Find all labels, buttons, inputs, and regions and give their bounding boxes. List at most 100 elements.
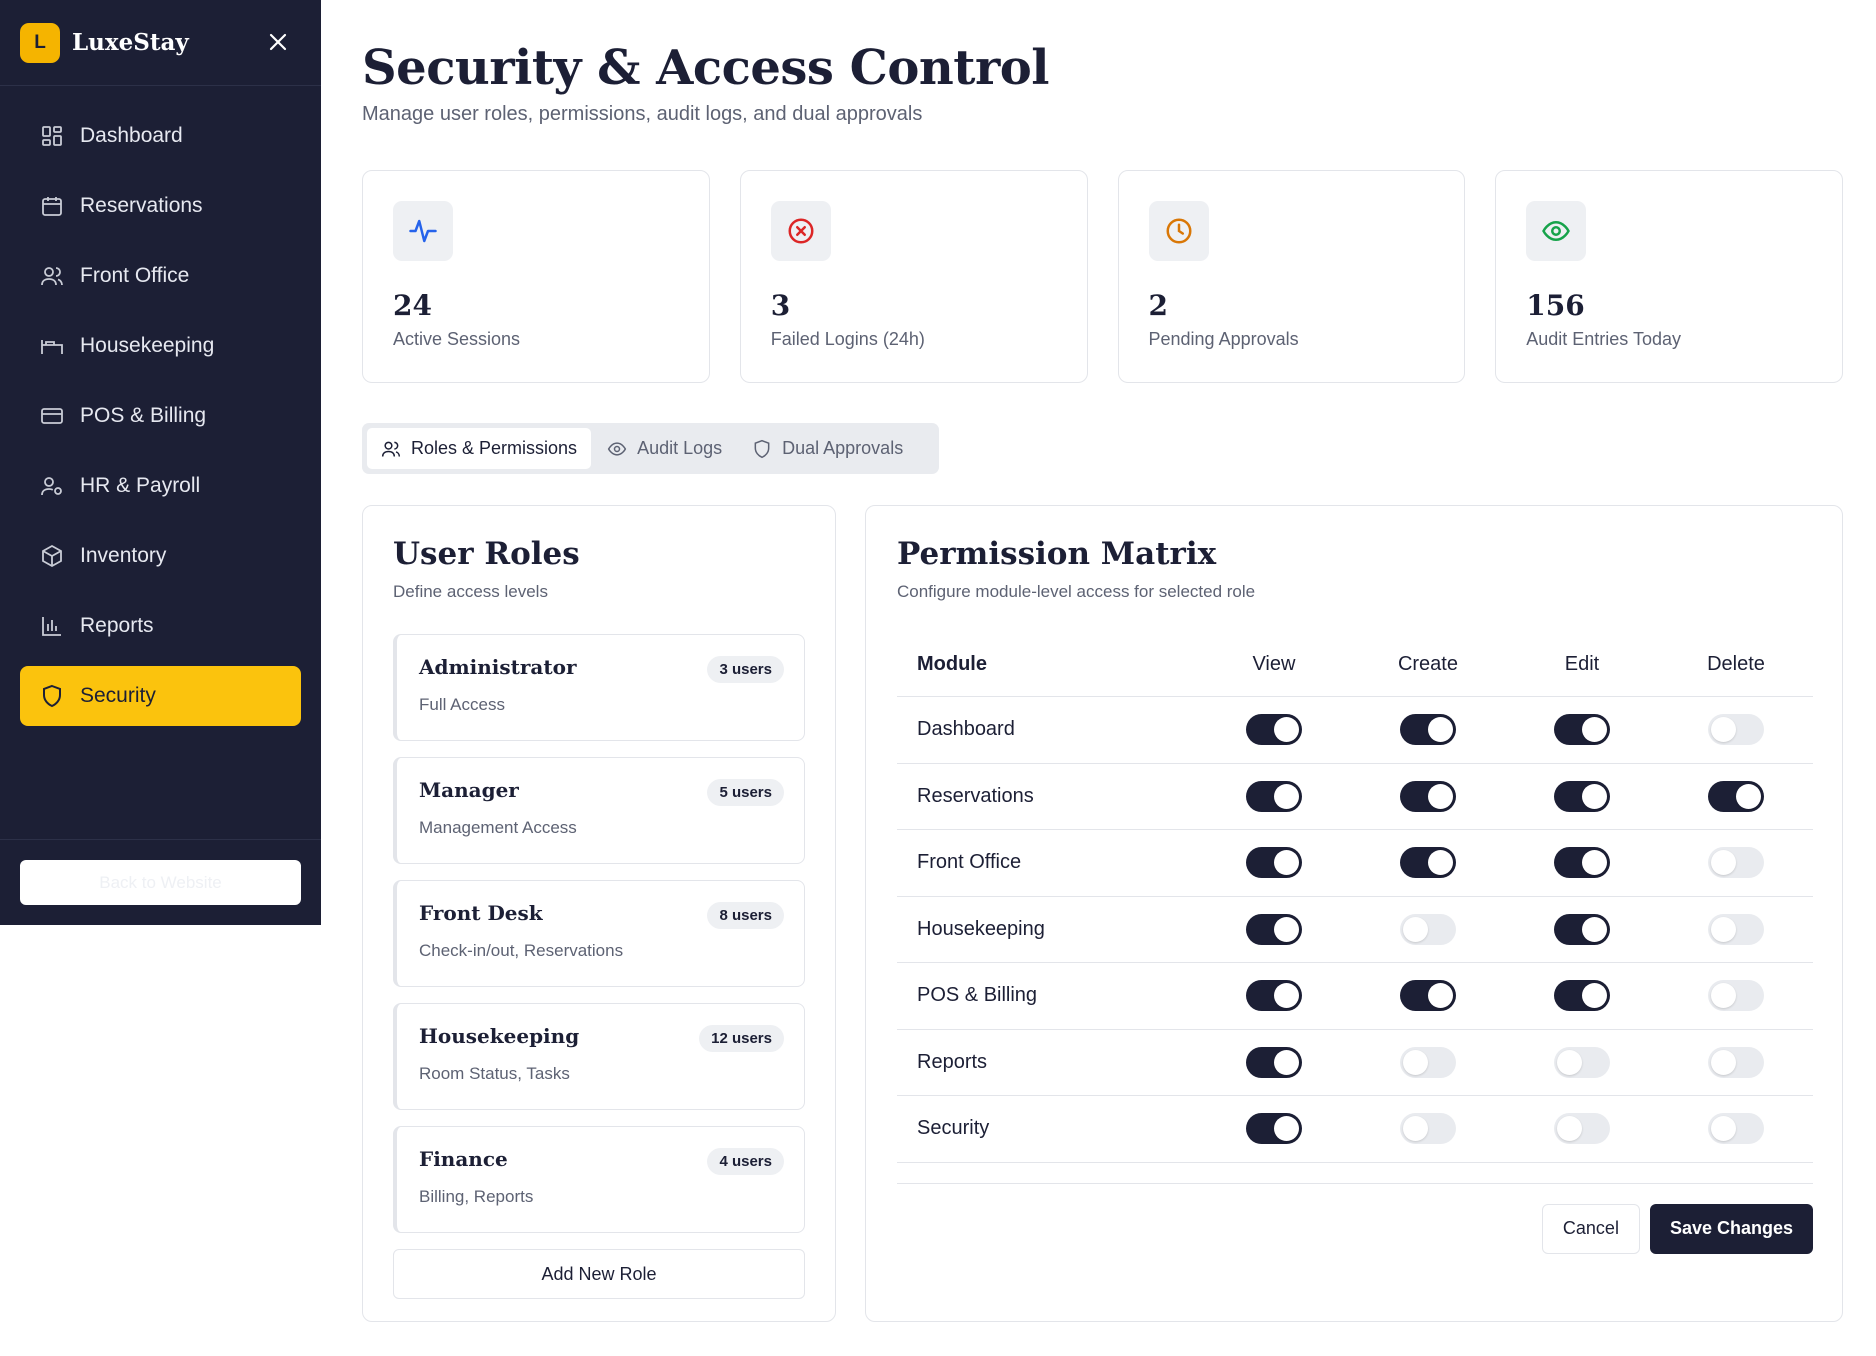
delete-permission-toggle[interactable] — [1707, 1046, 1764, 1078]
permission-cell — [1505, 1113, 1659, 1145]
permission-matrix-panel: Permission Matrix Configure module-level… — [865, 505, 1843, 1322]
permission-cell — [1505, 714, 1659, 746]
permission-cell — [1351, 847, 1505, 879]
sidebar-item-dashboard[interactable]: Dashboard — [20, 106, 301, 166]
create-permission-toggle[interactable] — [1399, 714, 1456, 746]
sidebar-item-label: Dashboard — [80, 124, 183, 147]
role-card-administrator[interactable]: Administrator Full Access 3 users — [393, 634, 805, 741]
edit-permission-toggle[interactable] — [1553, 913, 1610, 945]
view-permission-toggle[interactable] — [1245, 847, 1302, 879]
users-icon — [381, 441, 401, 457]
edit-permission-toggle[interactable] — [1553, 980, 1610, 1012]
tab-roles-permissions[interactable]: Roles & Permissions — [367, 428, 592, 469]
create-permission-toggle[interactable] — [1399, 913, 1456, 945]
cancel-button[interactable]: Cancel — [1541, 1203, 1640, 1254]
create-permission-toggle[interactable] — [1399, 847, 1456, 879]
stat-label: Active Sessions — [393, 329, 521, 349]
delete-permission-toggle[interactable] — [1707, 1113, 1764, 1145]
add-new-role-button[interactable]: Add New Role — [393, 1249, 805, 1299]
view-permission-toggle[interactable] — [1245, 913, 1302, 945]
credit-card-icon — [41, 408, 63, 424]
permission-cell — [1197, 913, 1351, 945]
permission-cell — [1505, 780, 1659, 812]
role-card-manager[interactable]: Manager Management Access 5 users — [393, 757, 805, 864]
sidebar: L LuxeStay Dashboard Reservations Front … — [0, 0, 321, 925]
permission-cell — [1659, 847, 1813, 879]
edit-permission-toggle[interactable] — [1553, 1046, 1610, 1078]
edit-permission-toggle[interactable] — [1553, 1113, 1610, 1145]
permission-cell — [1197, 1113, 1351, 1145]
permission-cell — [1351, 1113, 1505, 1145]
sidebar-item-label: Reports — [80, 614, 154, 637]
sidebar-nav: Dashboard Reservations Front Office Hous… — [0, 86, 321, 726]
role-description: Management Access — [419, 818, 577, 837]
delete-permission-toggle[interactable] — [1707, 714, 1764, 746]
tab-label: Audit Logs — [637, 438, 723, 458]
module-name: POS & Billing — [917, 984, 1038, 1007]
delete-permission-toggle[interactable] — [1707, 780, 1764, 812]
permission-table: Module View Create Edit Delete Dashboard… — [897, 632, 1813, 1163]
edit-permission-toggle[interactable] — [1553, 714, 1610, 746]
view-permission-toggle[interactable] — [1245, 780, 1302, 812]
delete-permission-toggle[interactable] — [1707, 847, 1764, 879]
column-header: View — [1252, 652, 1296, 675]
sidebar-item-pos-billing[interactable]: POS & Billing — [20, 386, 301, 446]
sidebar-item-label: Inventory — [80, 544, 167, 567]
sidebar-item-front-office[interactable]: Front Office — [20, 246, 301, 306]
permission-cell — [1505, 980, 1659, 1012]
table-row: POS & Billing — [897, 963, 1813, 1030]
stat-icon-box — [1526, 201, 1587, 261]
permission-cell — [1505, 847, 1659, 879]
role-card-finance[interactable]: Finance Billing, Reports 4 users — [393, 1126, 805, 1233]
view-permission-toggle[interactable] — [1245, 714, 1302, 746]
module-name: Housekeeping — [917, 917, 1045, 940]
delete-permission-toggle[interactable] — [1707, 980, 1764, 1012]
view-permission-toggle[interactable] — [1245, 980, 1302, 1012]
stat-label: Audit Entries Today — [1526, 329, 1682, 349]
eye-icon — [1542, 220, 1571, 242]
create-permission-toggle[interactable] — [1399, 780, 1456, 812]
sidebar-item-reports[interactable]: Reports — [20, 596, 301, 656]
user-count-badge: 12 users — [699, 1025, 784, 1052]
sidebar-item-label: Housekeeping — [80, 334, 215, 357]
sidebar-item-housekeeping[interactable]: Housekeeping — [20, 316, 301, 376]
sidebar-item-label: Security — [80, 684, 156, 707]
role-card-housekeeping[interactable]: Housekeeping Room Status, Tasks 12 users — [393, 1003, 805, 1110]
delete-permission-toggle[interactable] — [1707, 913, 1764, 945]
module-name: Reports — [917, 1050, 988, 1073]
create-permission-toggle[interactable] — [1399, 1113, 1456, 1145]
stat-value: 2 — [1148, 289, 1168, 322]
user-count-badge: 5 users — [707, 779, 784, 806]
sidebar-item-hr-payroll[interactable]: HR & Payroll — [20, 456, 301, 516]
stat-icon-box — [770, 201, 831, 261]
role-card-front-desk[interactable]: Front Desk Check-in/out, Reservations 8 … — [393, 880, 805, 987]
shield-icon — [754, 439, 770, 458]
create-permission-toggle[interactable] — [1399, 1046, 1456, 1078]
view-permission-toggle[interactable] — [1245, 1113, 1302, 1145]
sidebar-item-reservations[interactable]: Reservations — [20, 176, 301, 236]
tab-dual-approvals[interactable]: Dual Approvals — [738, 428, 917, 469]
x-circle-icon — [788, 218, 814, 244]
view-permission-toggle[interactable] — [1245, 1046, 1302, 1078]
back-to-website-button[interactable]: Back to Website — [20, 860, 301, 905]
column-header: Create — [1397, 652, 1458, 675]
sidebar-item-security[interactable]: Security — [20, 666, 301, 726]
tab-bar: Roles & Permissions Audit Logs Dual Appr… — [362, 423, 939, 474]
shield-icon — [43, 684, 61, 708]
close-sidebar-button[interactable] — [265, 29, 291, 55]
edit-permission-toggle[interactable] — [1553, 847, 1610, 879]
page-title: Security & Access Control — [362, 40, 1050, 96]
permission-cell — [1351, 980, 1505, 1012]
edit-permission-toggle[interactable] — [1553, 780, 1610, 812]
stat-value: 156 — [1526, 289, 1585, 322]
tab-audit-logs[interactable]: Audit Logs — [593, 428, 736, 469]
sidebar-item-inventory[interactable]: Inventory — [20, 526, 301, 586]
permission-cell — [1351, 780, 1505, 812]
user-count-badge: 3 users — [707, 656, 784, 683]
stat-card-pending-approvals: 2 Pending Approvals — [1117, 170, 1466, 383]
save-changes-button[interactable]: Save Changes — [1649, 1203, 1813, 1254]
create-permission-toggle[interactable] — [1399, 980, 1456, 1012]
permission-cell — [1659, 780, 1813, 812]
permission-cell — [1659, 1046, 1813, 1078]
stat-card-failed-logins: 3 Failed Logins (24h) — [739, 170, 1088, 383]
